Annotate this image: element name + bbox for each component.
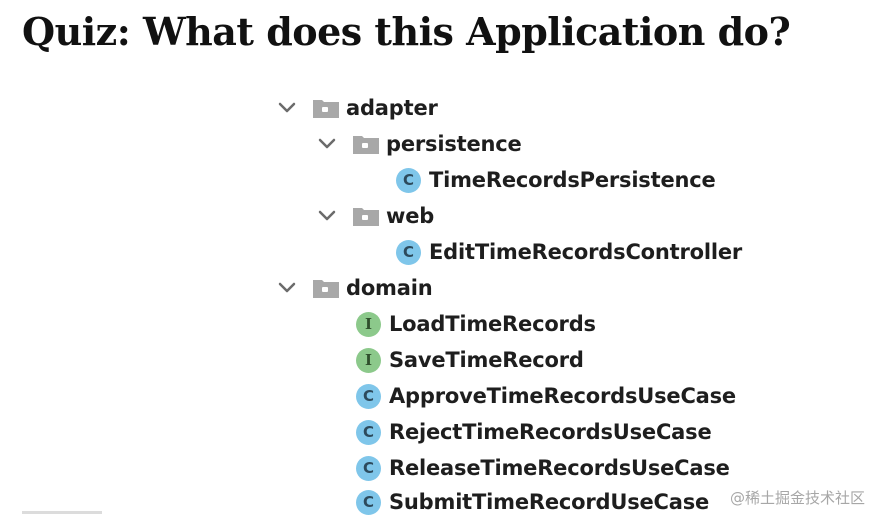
tree-item-class[interactable]: C TimeRecordsPersistence [396,162,716,198]
tree-item-label: ApproveTimeRecordsUseCase [389,384,736,408]
chevron-down-icon[interactable] [274,95,300,121]
chevron-down-icon[interactable] [314,203,340,229]
class-icon: C [356,419,381,445]
tree-item-label: EditTimeRecordsController [429,240,743,264]
interface-icon: I [356,311,381,337]
tree-item-label: LoadTimeRecords [389,312,596,336]
tree-item-interface[interactable]: I SaveTimeRecord [356,342,584,378]
class-icon: C [356,383,381,409]
project-tree: adapter persistence C TimeRecordsPersist… [0,0,875,515]
tree-item-class[interactable]: C ApproveTimeRecordsUseCase [356,378,736,414]
chevron-down-icon[interactable] [314,131,340,157]
tree-node-label: domain [346,276,433,300]
tree-node-domain[interactable]: domain [274,270,433,306]
interface-icon: I [356,347,381,373]
tree-node-web[interactable]: web [314,198,434,234]
tree-item-class[interactable]: C EditTimeRecordsController [396,234,742,270]
tree-item-class[interactable]: C RejectTimeRecordsUseCase [356,414,712,450]
tree-item-label: RejectTimeRecordsUseCase [389,420,712,444]
folder-icon [312,277,340,299]
tree-item-label: ReleaseTimeRecordsUseCase [389,456,730,480]
class-icon: C [396,239,421,265]
tree-node-persistence[interactable]: persistence [314,126,522,162]
class-icon: C [396,167,421,193]
tree-node-adapter[interactable]: adapter [274,90,438,126]
tree-item-interface[interactable]: I LoadTimeRecords [356,306,596,342]
class-icon: C [356,489,381,515]
folder-icon [312,97,340,119]
tree-item-label: TimeRecordsPersistence [429,168,716,192]
chevron-down-icon[interactable] [274,275,300,301]
tree-node-label: adapter [346,96,438,120]
tree-node-label: web [386,204,435,228]
tree-item-class[interactable]: C ReleaseTimeRecordsUseCase [356,450,730,486]
tree-node-label: persistence [386,132,522,156]
tree-item-label: SubmitTimeRecordUseCase [389,490,710,514]
tree-item-label: SaveTimeRecord [389,348,584,372]
tree-item-class[interactable]: C SubmitTimeRecordUseCase [356,484,709,520]
watermark: @稀土掘金技术社区 [729,489,865,507]
class-icon: C [356,455,381,481]
folder-icon [352,205,380,227]
folder-icon [352,133,380,155]
